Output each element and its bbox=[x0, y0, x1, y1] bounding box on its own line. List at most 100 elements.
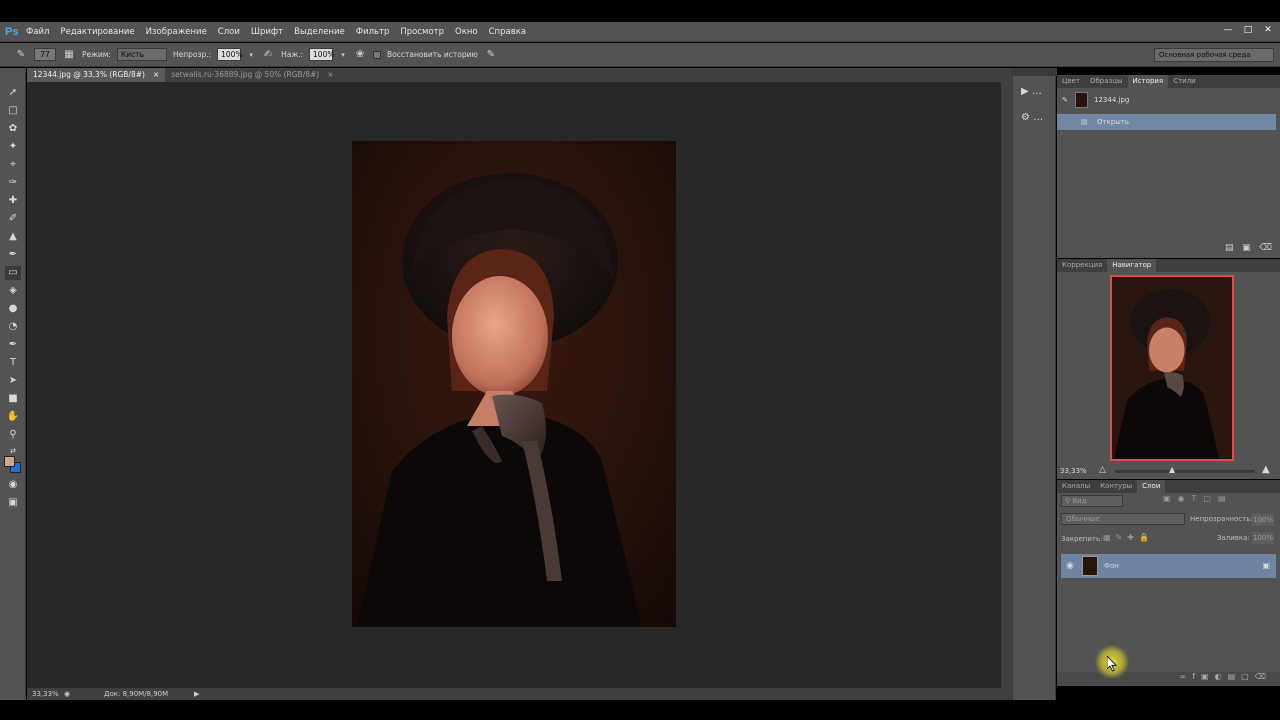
zoom-out-icon[interactable]: △ bbox=[1099, 465, 1106, 475]
history-brush-source-icon[interactable]: ✎ bbox=[1062, 91, 1068, 109]
tab-layers[interactable]: Слои bbox=[1137, 480, 1166, 493]
tab-paths[interactable]: Контуры bbox=[1095, 480, 1137, 493]
pen-tool-icon[interactable]: ✒ bbox=[5, 338, 21, 352]
menu-select[interactable]: Выделение bbox=[294, 27, 345, 37]
quick-mask-icon[interactable]: ◉ bbox=[5, 478, 21, 492]
brush-size-picker[interactable]: 77 bbox=[34, 48, 56, 61]
delete-layer-icon[interactable]: ⌫ bbox=[1255, 672, 1272, 681]
eraser-tool-icon[interactable]: ▭ bbox=[5, 266, 21, 280]
blend-mode-select[interactable]: Обычные bbox=[1061, 513, 1185, 525]
foreground-color-swatch[interactable] bbox=[4, 456, 15, 467]
tab-navigator[interactable]: Навигатор bbox=[1107, 259, 1157, 272]
new-snapshot-icon[interactable]: ▣ bbox=[1242, 243, 1251, 253]
close-icon[interactable]: ✕ bbox=[1262, 24, 1274, 36]
navigator-thumbnail bbox=[1112, 277, 1232, 459]
close-icon[interactable]: × bbox=[153, 68, 159, 82]
menu-file[interactable]: Файл bbox=[26, 27, 49, 37]
pressure-field[interactable]: 100% bbox=[309, 48, 334, 61]
type-tool-icon[interactable]: T bbox=[5, 356, 21, 370]
restore-history-checkbox[interactable] bbox=[373, 50, 382, 59]
marquee-tool-icon[interactable]: □ bbox=[5, 104, 21, 118]
tab-adjustments[interactable]: Коррекция bbox=[1057, 259, 1107, 272]
mode-select[interactable]: Кисть bbox=[116, 48, 167, 61]
menu-filter[interactable]: Фильтр bbox=[356, 27, 390, 37]
pressure-opacity-icon[interactable]: ✍ bbox=[261, 48, 275, 62]
zoom-slider[interactable] bbox=[1115, 470, 1255, 473]
tab-12344[interactable]: 12344.jpg @ 33,3% (RGB/8#) × bbox=[27, 68, 166, 82]
brush-tool-icon[interactable]: ✐ bbox=[5, 212, 21, 226]
trash-icon[interactable]: ⌫ bbox=[1259, 243, 1272, 253]
path-selection-tool-icon[interactable]: ➤ bbox=[5, 374, 21, 388]
visibility-eye-icon[interactable]: ◉ bbox=[1066, 554, 1074, 578]
play-actions-icon[interactable]: ▶ … bbox=[1021, 84, 1049, 100]
menu-view[interactable]: Просмотр bbox=[400, 27, 444, 37]
restore-icon[interactable]: □ bbox=[1242, 24, 1254, 36]
menu-layers[interactable]: Слои bbox=[218, 27, 240, 37]
document-image[interactable] bbox=[352, 141, 676, 627]
zoom-slider-thumb[interactable]: ▲ bbox=[1169, 465, 1175, 474]
history-brush-tool-icon[interactable]: ✎ bbox=[14, 48, 28, 62]
filter-type-icons[interactable]: ▣◉T□▤ bbox=[1163, 494, 1233, 503]
lock-icons[interactable]: ▦✎✚🔒 bbox=[1103, 533, 1154, 542]
tab-color[interactable]: Цвет bbox=[1057, 75, 1085, 88]
status-info-icon[interactable]: ◉ bbox=[64, 690, 104, 698]
move-tool-icon[interactable]: ➚ bbox=[5, 86, 21, 100]
layer-background[interactable]: ◉ Фон ▣ bbox=[1061, 554, 1276, 578]
menu-image[interactable]: Изображение bbox=[146, 27, 207, 37]
tab-styles[interactable]: Стили bbox=[1168, 75, 1201, 88]
menu-edit[interactable]: Редактирование bbox=[60, 27, 134, 37]
add-mask-icon[interactable]: ▣ bbox=[1201, 672, 1215, 681]
zoom-in-icon[interactable]: ▲ bbox=[1262, 464, 1270, 475]
fill-field[interactable]: 100% bbox=[1252, 532, 1274, 544]
brush-panel-icon[interactable]: ▦ bbox=[62, 48, 76, 62]
layer-opacity-field[interactable]: 100% bbox=[1252, 514, 1274, 526]
lasso-tool-icon[interactable]: ✿ bbox=[5, 122, 21, 136]
link-layers-icon[interactable]: ∞ bbox=[1180, 672, 1193, 681]
tab-setwalls[interactable]: setwalls.ru-36889.jpg @ 50% (RGB/8#) × bbox=[165, 68, 339, 82]
new-group-icon[interactable]: ▤ bbox=[1228, 672, 1242, 681]
menu-help[interactable]: Справка bbox=[489, 27, 526, 37]
menu-window[interactable]: Окно bbox=[455, 27, 478, 37]
rectangle-tool-icon[interactable]: ■ bbox=[5, 392, 21, 406]
adjustment-layer-icon[interactable]: ◐ bbox=[1215, 672, 1228, 681]
dodge-tool-icon[interactable]: ◔ bbox=[5, 320, 21, 334]
eyedropper-tool-icon[interactable]: ✑ bbox=[5, 176, 21, 190]
navigator-zoom[interactable]: 33,33% bbox=[1060, 467, 1087, 475]
vertical-scrollbar[interactable] bbox=[1001, 82, 1012, 688]
airbrush-icon[interactable]: ❀ bbox=[353, 48, 367, 62]
blur-tool-icon[interactable]: ● bbox=[5, 302, 21, 316]
healing-brush-tool-icon[interactable]: ✚ bbox=[5, 194, 21, 208]
tool-presets-icon[interactable]: ⚙ … bbox=[1021, 110, 1049, 126]
hand-tool-icon[interactable]: ✋ bbox=[5, 410, 21, 424]
layer-name: Фон bbox=[1104, 562, 1119, 570]
close-icon[interactable]: × bbox=[327, 68, 333, 82]
tab-history[interactable]: История bbox=[1127, 75, 1169, 88]
lock-icon: ▣ bbox=[1262, 561, 1270, 570]
menu-type[interactable]: Шрифт bbox=[251, 27, 283, 37]
new-document-from-state-icon[interactable]: ▤ bbox=[1225, 243, 1234, 253]
pressure-chevron-down-icon[interactable]: ▾ bbox=[339, 48, 347, 62]
crop-tool-icon[interactable]: ⌖ bbox=[5, 158, 21, 172]
paint-bucket-tool-icon[interactable]: ◈ bbox=[5, 284, 21, 298]
status-menu-arrow-icon[interactable]: ▶ bbox=[194, 690, 199, 698]
layer-filter-select[interactable]: ⚲ Вид bbox=[1061, 495, 1123, 507]
screen-mode-icon[interactable]: ▣ bbox=[5, 496, 21, 510]
fx-icon[interactable]: f bbox=[1192, 672, 1201, 681]
new-layer-icon[interactable]: □ bbox=[1241, 672, 1255, 681]
tablet-pressure-icon[interactable]: ✎ bbox=[484, 48, 498, 62]
history-brush-tool-icon[interactable]: ✒ bbox=[5, 248, 21, 262]
opacity-chevron-down-icon[interactable]: ▾ bbox=[247, 48, 255, 62]
history-step[interactable]: ▤ Открыть bbox=[1057, 114, 1276, 130]
dock-collapse-bar[interactable] bbox=[1013, 68, 1057, 76]
tab-swatches[interactable]: Образцы bbox=[1085, 75, 1128, 88]
magic-wand-tool-icon[interactable]: ✦ bbox=[5, 140, 21, 154]
zoom-tool-icon[interactable]: ⚲ bbox=[5, 428, 21, 442]
history-snapshot[interactable]: ✎ 12344.jpg bbox=[1057, 91, 1276, 109]
navigator-preview[interactable] bbox=[1110, 275, 1234, 461]
clone-stamp-tool-icon[interactable]: ▲ bbox=[5, 230, 21, 244]
workspace-select[interactable]: Основная рабочая среда bbox=[1154, 48, 1274, 62]
minimize-icon[interactable]: — bbox=[1222, 24, 1234, 36]
opacity-field[interactable]: 100% bbox=[217, 48, 243, 61]
tab-channels[interactable]: Каналы bbox=[1057, 480, 1095, 493]
zoom-level[interactable]: 33,33% bbox=[32, 690, 64, 698]
